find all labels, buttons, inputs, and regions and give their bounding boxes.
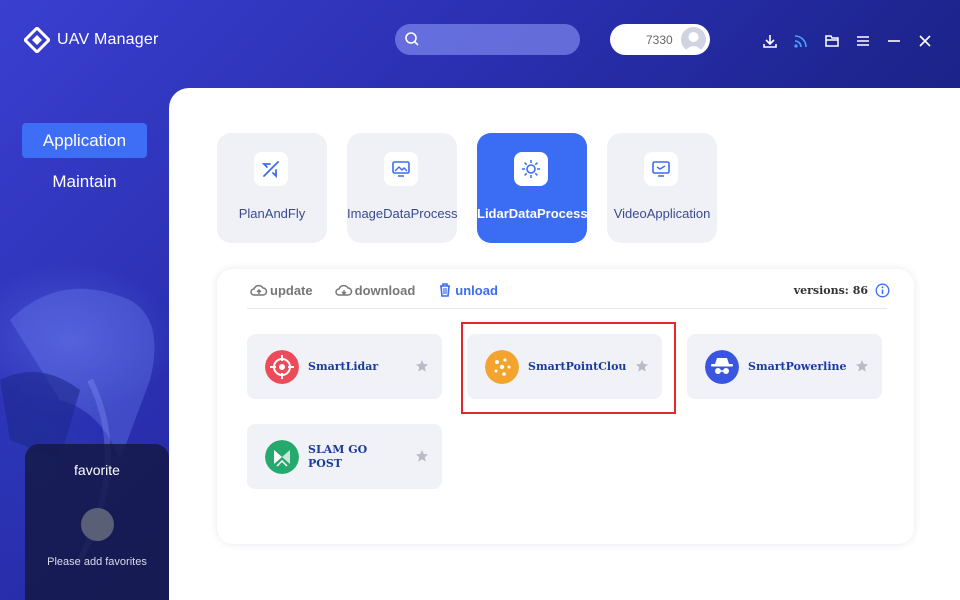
category-plan-and-fly[interactable]: PlanAndFly <box>217 133 327 243</box>
app-title: UAV Manager <box>57 31 159 48</box>
minimize-icon[interactable] <box>884 31 904 51</box>
download-icon[interactable] <box>760 31 780 51</box>
category-image-data-process[interactable]: ImageDataProcess <box>347 133 457 243</box>
category-label: PlanAndFly <box>238 206 306 221</box>
app-card-slam-go-post[interactable]: SLAM GO POST <box>247 424 442 489</box>
rss-icon[interactable] <box>791 31 811 51</box>
window-toolbar <box>760 31 946 51</box>
cloud-update-icon <box>250 284 268 296</box>
search-input[interactable] <box>425 28 570 51</box>
versions-info: versions: 86 <box>794 283 890 298</box>
category-video-application[interactable]: VideoApplication <box>607 133 717 243</box>
category-tabs: PlanAndFly ImageDataProcess LidarDataPro… <box>217 133 737 243</box>
category-lidar-data-process[interactable]: LidarDataProcess <box>477 133 587 243</box>
app-card-smartpointcloud[interactable]: SmartPointClou <box>467 334 662 399</box>
user-pill[interactable]: 7330 <box>610 24 710 55</box>
tab-unload-label: unload <box>455 282 498 298</box>
star-icon[interactable] <box>415 359 429 373</box>
slam-icon <box>265 440 299 474</box>
close-icon[interactable] <box>915 31 935 51</box>
tab-update[interactable]: update <box>250 282 313 298</box>
category-label: LidarDataProcess <box>477 206 587 221</box>
avatar[interactable] <box>681 27 706 52</box>
star-icon[interactable] <box>635 359 649 373</box>
star-icon[interactable] <box>855 359 869 373</box>
app-logo-icon <box>24 27 50 53</box>
app-card-smartlidar[interactable]: SmartLidar <box>247 334 442 399</box>
airplane-icon <box>254 152 288 186</box>
favorites-placeholder-icon <box>81 508 114 541</box>
tab-unload[interactable]: unload <box>437 282 498 298</box>
favorites-title: favorite <box>74 462 120 478</box>
app-name: SmartLidar <box>308 360 379 373</box>
app-card-smartpowerline[interactable]: SmartPowerline <box>687 334 882 399</box>
info-icon[interactable] <box>875 283 890 298</box>
category-label: ImageDataProcess <box>347 206 457 221</box>
folder-icon[interactable] <box>822 31 842 51</box>
divider <box>247 308 887 309</box>
user-id: 7330 <box>646 33 673 47</box>
lidar-sun-icon <box>514 152 548 186</box>
search-box[interactable] <box>395 24 580 55</box>
video-screen-icon <box>644 152 678 186</box>
sub-tabs: update download unload <box>250 282 520 298</box>
side-nav: Application Maintain <box>22 123 147 205</box>
nav-item-maintain[interactable]: Maintain <box>22 164 147 199</box>
image-monitor-icon <box>384 152 418 186</box>
target-icon <box>265 350 299 384</box>
app-name: SmartPowerline <box>748 360 847 373</box>
search-icon <box>405 32 419 46</box>
trash-icon <box>440 283 451 297</box>
main-panel: PlanAndFly ImageDataProcess LidarDataPro… <box>169 88 960 600</box>
title-bar: UAV Manager 7330 <box>0 0 960 82</box>
tab-update-label: update <box>270 282 313 298</box>
favorites-panel: favorite Please add favorites <box>25 444 169 600</box>
app-name: SLAM GO POST <box>308 443 412 471</box>
star-icon[interactable] <box>415 449 429 463</box>
favorites-empty-hint: Please add favorites <box>47 556 147 568</box>
nav-item-application[interactable]: Application <box>22 123 147 158</box>
tab-download[interactable]: download <box>334 282 416 298</box>
app-list-panel: update download unload versions: 86 <box>217 269 914 544</box>
user-avatar-icon <box>684 32 703 52</box>
tab-download-label: download <box>354 282 416 298</box>
versions-count: 86 <box>852 284 868 297</box>
versions-label: versions: <box>793 284 849 297</box>
app-name-line2: POST <box>308 457 342 470</box>
spy-icon <box>705 350 739 384</box>
point-cloud-icon <box>485 350 519 384</box>
cloud-download-icon <box>334 284 352 296</box>
category-label: VideoApplication <box>613 206 711 221</box>
app-name-line1: SLAM GO <box>308 443 368 456</box>
app-name: SmartPointClou <box>528 360 627 373</box>
menu-icon[interactable] <box>853 31 873 51</box>
